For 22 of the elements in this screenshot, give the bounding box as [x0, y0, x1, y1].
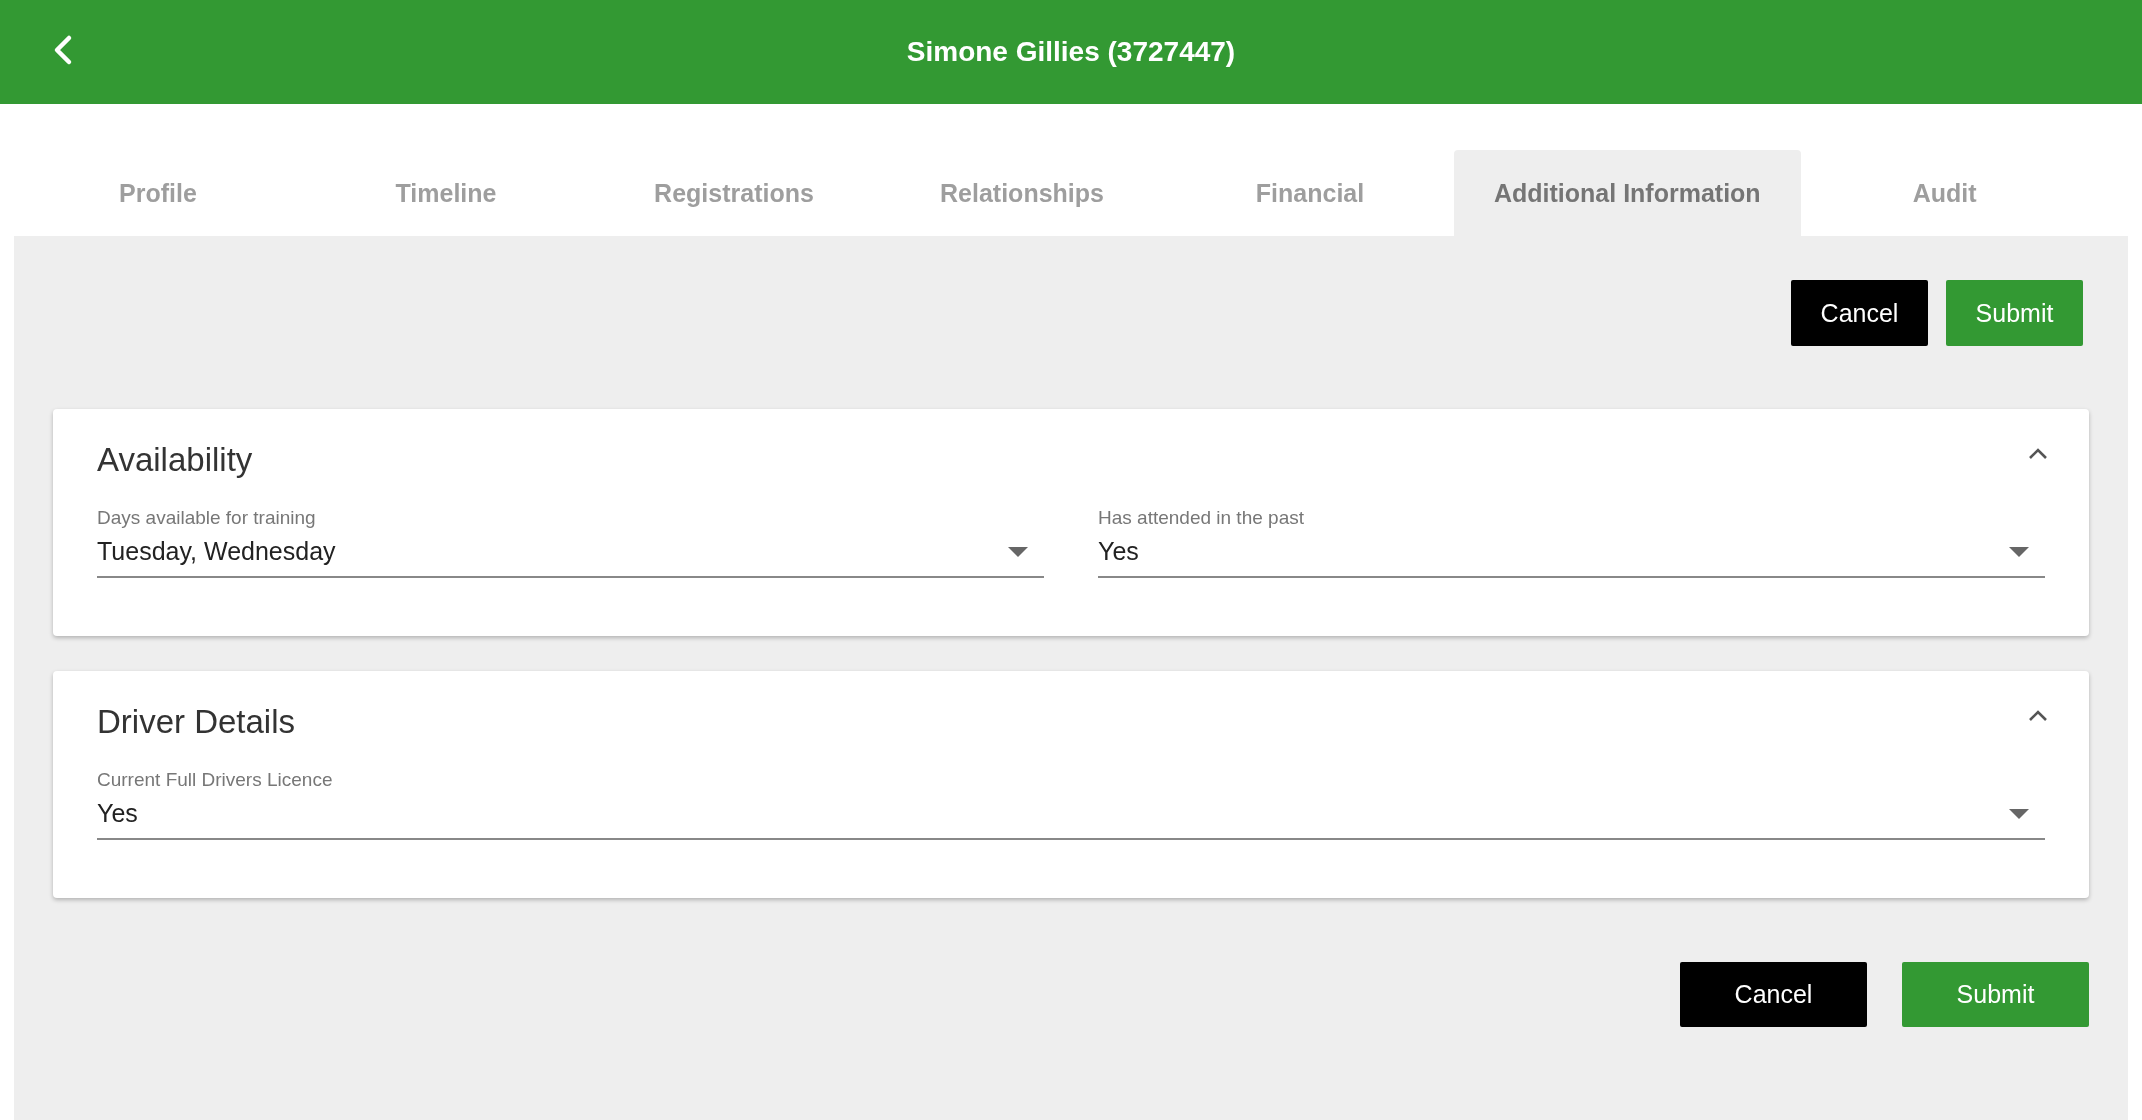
select-field[interactable]: Current Full Drivers Licence Yes [97, 769, 2045, 840]
field-label: Current Full Drivers Licence [97, 769, 334, 791]
back-button[interactable] [52, 34, 74, 66]
submit-button[interactable]: Submit [1946, 280, 2083, 346]
dropdown-icon [1008, 546, 1028, 557]
section-title: Driver Details [97, 703, 296, 741]
section-title: Availability [97, 441, 253, 479]
select-field[interactable]: Has attended in the past Yes [1098, 507, 2045, 578]
page-title: Simone Gillies (3727447) [906, 36, 1236, 68]
dropdown-icon [2009, 808, 2029, 819]
tab[interactable]: Additional Information [1454, 150, 1801, 236]
field-value: Yes [1098, 537, 1139, 566]
cancel-button[interactable]: Cancel [1680, 962, 1867, 1027]
field-label: Days available for training [97, 507, 317, 529]
field-label: Has attended in the past [1098, 507, 1305, 529]
field-value: Yes [97, 799, 138, 828]
back-icon [52, 34, 74, 66]
submit-button[interactable]: Submit [1902, 962, 2089, 1027]
field-value: Tuesday, Wednesday [97, 537, 336, 566]
cancel-button[interactable]: Cancel [1791, 280, 1928, 346]
select-field[interactable]: Days available for training Tuesday, Wednesday [97, 507, 1044, 578]
dropdown-icon [2009, 546, 2029, 557]
